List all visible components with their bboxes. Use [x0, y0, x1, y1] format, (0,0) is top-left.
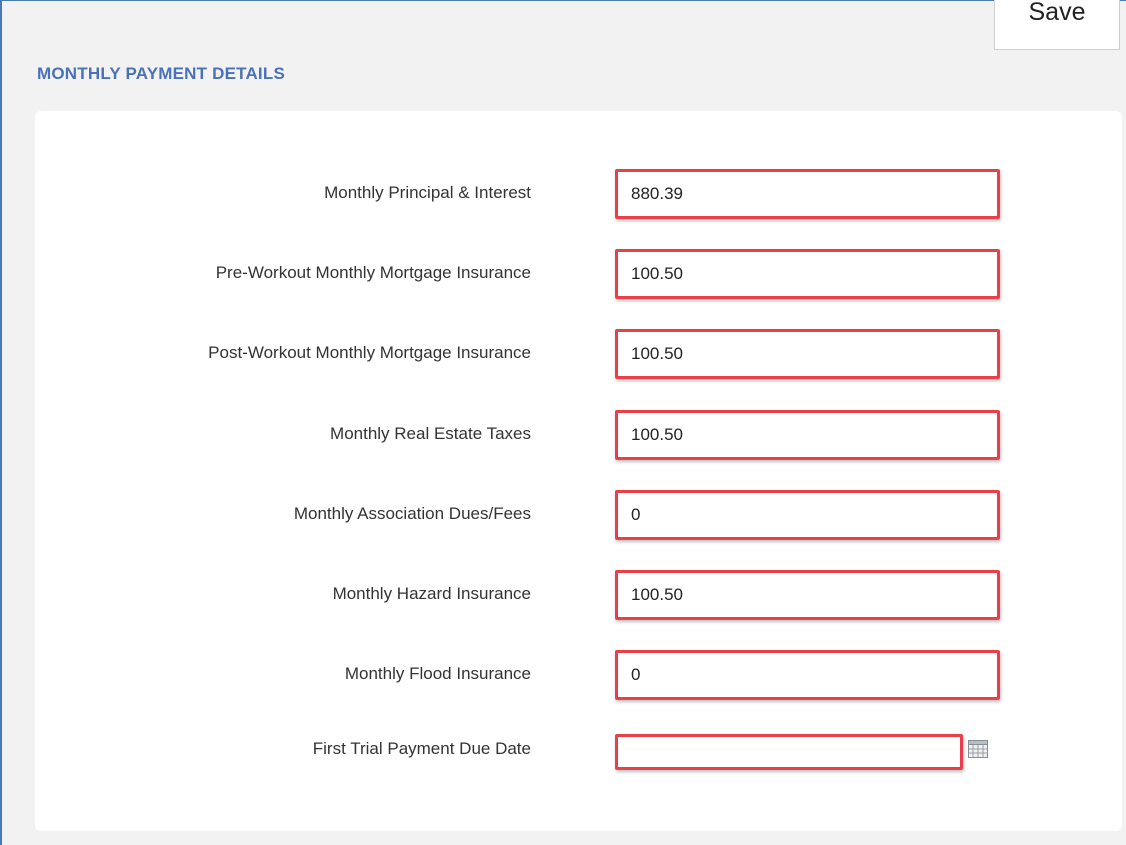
field-label: Monthly Principal & Interest	[324, 183, 531, 202]
form-row-association-dues: Monthly Association Dues/Fees	[35, 490, 1122, 542]
flood-insurance-input[interactable]	[621, 656, 994, 694]
post-workout-mi-input[interactable]	[621, 335, 994, 373]
highlight-box	[615, 570, 1000, 620]
section-title: MONTHLY PAYMENT DETAILS	[37, 64, 285, 83]
field-label: Pre-Workout Monthly Mortgage Insurance	[215, 263, 531, 282]
field-label: Monthly Hazard Insurance	[332, 584, 531, 603]
principal-interest-input[interactable]	[621, 175, 994, 213]
pre-workout-mi-input[interactable]	[621, 255, 994, 293]
highlight-box	[615, 734, 963, 770]
highlight-box	[615, 249, 1000, 299]
highlight-box	[615, 410, 1000, 460]
hazard-insurance-input[interactable]	[621, 576, 994, 614]
field-label: Monthly Association Dues/Fees	[293, 504, 531, 523]
highlight-box	[615, 169, 1000, 219]
save-button[interactable]: Save	[994, 0, 1120, 50]
field-label: First Trial Payment Due Date	[312, 739, 531, 758]
form-row-flood-insurance: Monthly Flood Insurance	[35, 650, 1122, 702]
first-trial-due-date-input[interactable]	[621, 740, 957, 764]
association-dues-input[interactable]	[621, 496, 994, 534]
highlight-box	[615, 329, 1000, 379]
highlight-box	[615, 490, 1000, 540]
form-row-hazard-insurance: Monthly Hazard Insurance	[35, 570, 1122, 622]
form-row-first-trial-due-date: First Trial Payment Due Date	[35, 725, 1122, 777]
highlight-box	[615, 650, 1000, 700]
form-row-pre-workout-mi: Pre-Workout Monthly Mortgage Insurance	[35, 249, 1122, 301]
calendar-icon-graphic	[968, 740, 988, 758]
calendar-icon[interactable]	[968, 740, 988, 758]
field-label: Monthly Flood Insurance	[344, 664, 531, 683]
real-estate-taxes-input[interactable]	[621, 416, 994, 454]
window-frame: Save MONTHLY PAYMENT DETAILS Monthly Pri…	[0, 0, 1126, 845]
field-label: Post-Workout Monthly Mortgage Insurance	[208, 343, 531, 362]
form-row-post-workout-mi: Post-Workout Monthly Mortgage Insurance	[35, 329, 1122, 381]
form-row-principal-interest: Monthly Principal & Interest	[35, 169, 1122, 221]
payment-details-card: Monthly Principal & Interest Pre-Workout…	[35, 111, 1122, 831]
form-row-real-estate-taxes: Monthly Real Estate Taxes	[35, 410, 1122, 462]
field-label: Monthly Real Estate Taxes	[330, 424, 531, 443]
